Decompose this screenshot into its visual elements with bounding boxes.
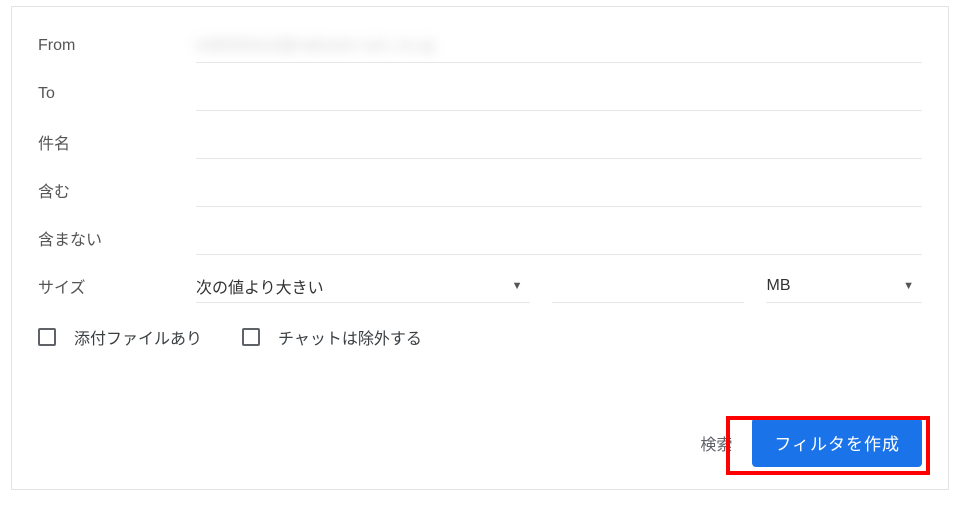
chevron-down-icon: ▼: [512, 280, 523, 292]
chevron-down-icon: ▼: [903, 280, 914, 292]
field-row-to: To: [38, 77, 922, 111]
checkbox-icon: [38, 328, 56, 346]
excludes-label: 含まない: [38, 226, 196, 250]
field-row-includes: 含む: [38, 173, 922, 207]
field-row-subject: 件名: [38, 125, 922, 159]
from-label: From: [38, 37, 196, 55]
size-comparator-select[interactable]: 次の値より大きい ▼: [196, 269, 530, 303]
size-unit-value: MB: [766, 277, 790, 295]
has-attachment-label: 添付ファイルあり: [74, 325, 202, 349]
field-row-excludes: 含まない: [38, 221, 922, 255]
from-input-blurred-value: m8050test@rakuten-sec.co.jp: [196, 37, 436, 55]
subject-label: 件名: [38, 130, 196, 154]
subject-input[interactable]: [196, 125, 922, 159]
checkbox-row: 添付ファイルあり チャットは除外する: [38, 325, 922, 349]
exclude-chats-label: チャットは除外する: [278, 325, 422, 349]
size-label: サイズ: [38, 274, 196, 298]
includes-label: 含む: [38, 178, 196, 202]
from-input-wrap[interactable]: m8050test@rakuten-sec.co.jp: [196, 29, 922, 63]
field-row-from: From m8050test@rakuten-sec.co.jp: [38, 29, 922, 63]
to-input[interactable]: [196, 77, 922, 111]
action-row: 検索 フィルタを作成: [700, 418, 922, 467]
checkbox-icon: [242, 328, 260, 346]
size-comparator-value: 次の値より大きい: [196, 274, 324, 298]
includes-input[interactable]: [196, 173, 922, 207]
size-unit-select[interactable]: MB ▼: [766, 269, 922, 303]
search-button[interactable]: 検索: [700, 431, 732, 455]
filter-panel: From m8050test@rakuten-sec.co.jp To 件名 含…: [11, 6, 949, 490]
size-value-input[interactable]: [552, 269, 744, 303]
field-row-size: サイズ 次の値より大きい ▼ MB ▼: [38, 269, 922, 303]
has-attachment-checkbox[interactable]: 添付ファイルあり: [38, 325, 202, 349]
create-filter-button[interactable]: フィルタを作成: [752, 418, 922, 467]
exclude-chats-checkbox[interactable]: チャットは除外する: [242, 325, 422, 349]
excludes-input[interactable]: [196, 221, 922, 255]
to-label: To: [38, 85, 196, 103]
